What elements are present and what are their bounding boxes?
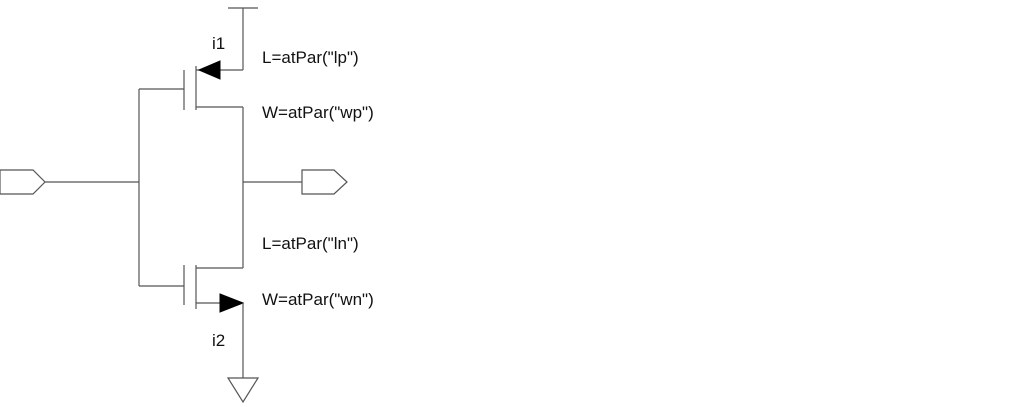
ground-triangle-icon <box>226 377 260 404</box>
nmos-width-label: W=atPar("wn") <box>262 290 374 309</box>
ground-symbol[interactable] <box>226 303 260 404</box>
nmos-arrow-icon <box>219 293 245 313</box>
input-pin[interactable] <box>0 169 46 195</box>
output-pin[interactable] <box>301 169 348 195</box>
gate-net <box>45 88 184 287</box>
nmos-length-label: L=atPar("ln") <box>262 234 359 253</box>
nmos-instance-label: i2 <box>212 331 225 350</box>
pmos-transistor[interactable] <box>183 60 243 110</box>
inverter-schematic: i1 L=atPar("lp") W=atPar("wp") L=atPar("… <box>0 7 374 404</box>
nmos-transistor[interactable] <box>183 265 245 313</box>
pmos-width-label: W=atPar("wp") <box>262 103 374 122</box>
vdd-symbol[interactable] <box>228 7 258 70</box>
pmos-arrow-icon <box>197 60 221 80</box>
pmos-length-label: L=atPar("lp") <box>262 48 359 67</box>
pmos-instance-label: i1 <box>212 34 225 53</box>
